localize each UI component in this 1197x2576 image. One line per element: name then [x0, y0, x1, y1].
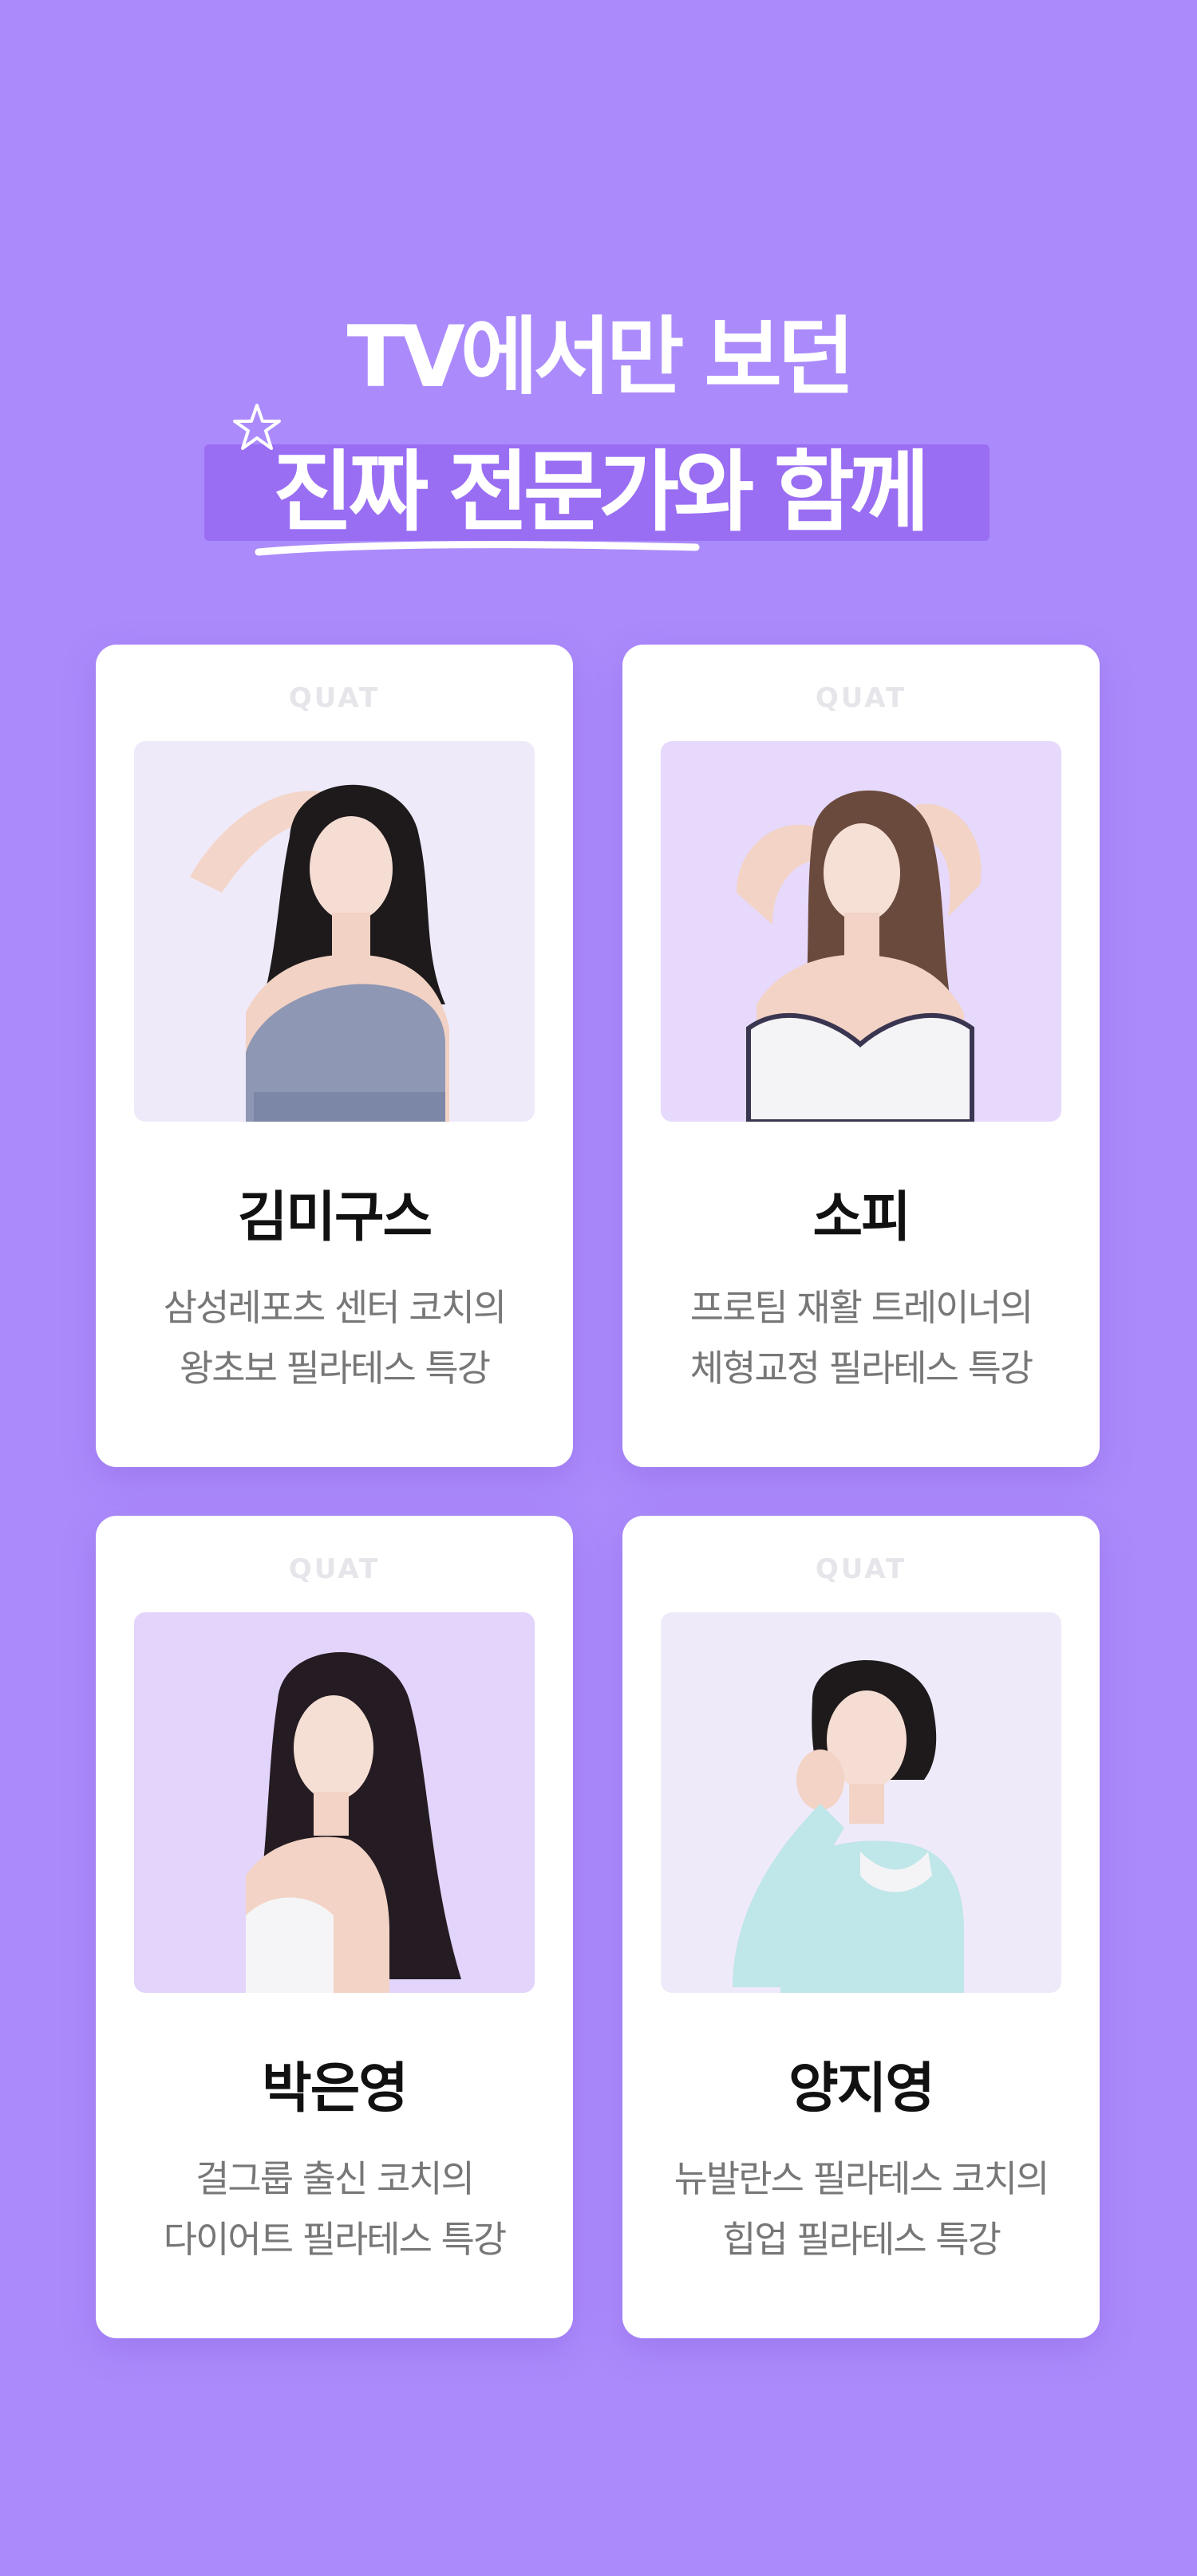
coach-description-line-1: 프로팀 재활 트레이너의 — [689, 1286, 1033, 1329]
brand-logo: QUAT — [288, 682, 381, 714]
coach-photo-image — [661, 1612, 1061, 1993]
coach-photo — [661, 1612, 1061, 1993]
coach-photo-image — [134, 1612, 535, 1993]
brand-logo: QUAT — [288, 1553, 381, 1585]
coach-name: 양지영 — [788, 2057, 935, 2120]
coach-photo — [661, 741, 1061, 1122]
coach-card-2[interactable]: QUAT 소피 프로팀 재활 트레이너의 체형교정 필라테스 특강 — [622, 645, 1100, 1467]
coach-description-line-2: 힙업 필라테스 특강 — [722, 2218, 1001, 2261]
coach-description-line-2: 왕초보 필라테스 특강 — [179, 1347, 491, 1390]
coach-card-1[interactable]: QUAT 김미구스 삼성레포츠 센터 코치의 왕초보 필라테스 특강 — [96, 645, 573, 1467]
coach-name: 박은영 — [262, 2057, 409, 2120]
coach-description-line-1: 걸그룹 출신 코치의 — [196, 2157, 475, 2200]
coach-photo — [134, 741, 535, 1122]
hero-header: TV에서만 보던 진짜 전문가와 함께 — [0, 0, 1197, 606]
coach-photo-image — [134, 741, 535, 1122]
coach-name: 김미구스 — [237, 1186, 433, 1249]
coach-description-line-1: 뉴발란스 필라테스 코치의 — [674, 2157, 1050, 2200]
brand-logo: QUAT — [815, 682, 907, 714]
headline-line-1: TV에서만 보던 — [346, 308, 855, 406]
coach-description-line-2: 다이어트 필라테스 특강 — [163, 2218, 507, 2261]
coach-description-line-1: 삼성레포츠 센터 코치의 — [163, 1286, 507, 1329]
sparkle-star-icon — [233, 404, 281, 450]
coach-card-3[interactable]: QUAT 박은영 걸그룹 출신 코치의 다이어트 필라테스 특강 — [96, 1516, 573, 2338]
brush-underline-icon — [255, 541, 700, 556]
brand-logo: QUAT — [815, 1553, 907, 1585]
coach-description-line-2: 체형교정 필라테스 특강 — [689, 1347, 1033, 1390]
coach-card-4[interactable]: QUAT 양지영 뉴발란스 필라테스 코치의 힙업 필라테스 특강 — [622, 1516, 1100, 2338]
coach-photo-image — [661, 741, 1061, 1122]
coach-photo — [134, 1612, 535, 1993]
headline-line-2: 진짜 전문가와 함께 — [272, 441, 930, 543]
coach-name: 소피 — [812, 1186, 911, 1249]
